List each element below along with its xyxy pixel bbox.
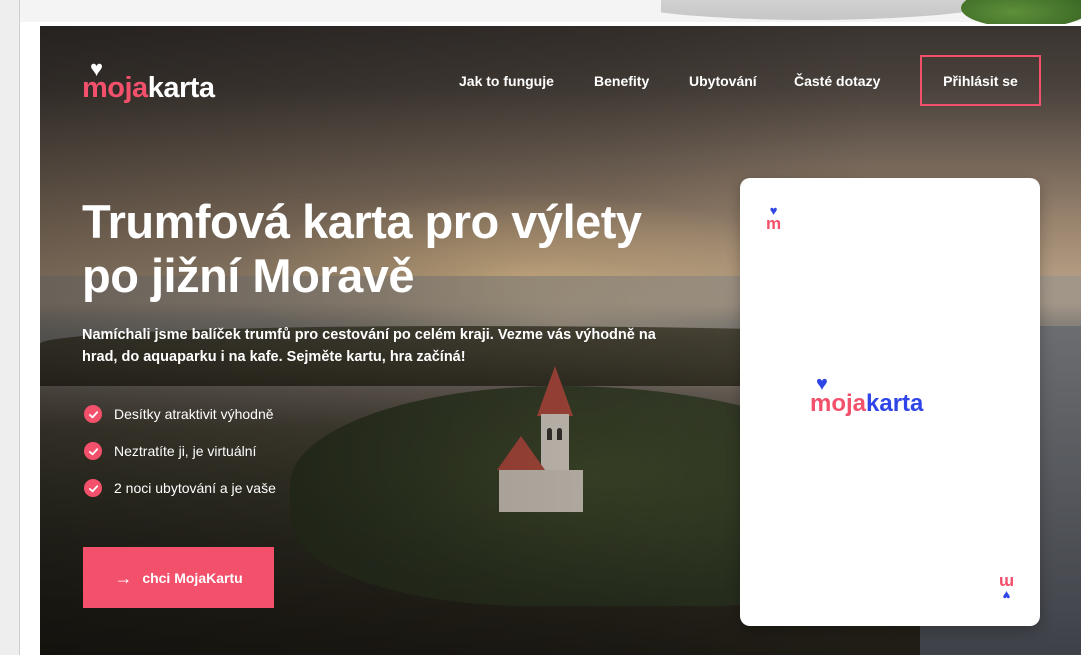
card-corner-top: ♥ m bbox=[766, 204, 781, 232]
card-corner-bottom: ♥ m bbox=[998, 573, 1014, 603]
feature-item: 2 noci ubytování a je vaše bbox=[84, 479, 276, 497]
nav-benefity[interactable]: Benefity bbox=[594, 73, 649, 89]
check-icon bbox=[84, 479, 102, 497]
nav-caste-dotazy[interactable]: Časté dotazy bbox=[794, 73, 880, 89]
card-moja: moja bbox=[810, 390, 867, 417]
feature-text: Desítky atraktivit výhodně bbox=[114, 406, 274, 422]
background-leaf bbox=[961, 0, 1081, 24]
feature-item: Neztratíte ji, je virtuální bbox=[84, 442, 256, 460]
playing-card: ♥ m ♥ mojakarta ♥ m bbox=[740, 178, 1040, 626]
logo-moja: moja bbox=[82, 72, 148, 104]
check-icon bbox=[84, 405, 102, 423]
card-rank: m bbox=[998, 573, 1014, 592]
site-logo[interactable]: ♥ mojakarta bbox=[82, 58, 242, 106]
logo-karta: karta bbox=[147, 72, 215, 104]
headline-line-2: po jižní Moravě bbox=[82, 249, 415, 302]
card-logo: ♥ mojakarta bbox=[810, 374, 970, 424]
headline-line-1: Trumfová karta pro výlety bbox=[82, 195, 642, 248]
logo-wordmark: mojakarta bbox=[82, 72, 215, 105]
nav-ubytovani[interactable]: Ubytování bbox=[689, 73, 757, 89]
feature-text: 2 noci ubytování a je vaše bbox=[114, 480, 276, 496]
login-button[interactable]: Přihlásit se bbox=[920, 55, 1041, 106]
arrow-right-icon: → bbox=[114, 567, 133, 588]
check-icon bbox=[84, 442, 102, 460]
browser-frame-left bbox=[0, 0, 20, 655]
hero-subheading: Namíchali jsme balíček trumfů pro cestov… bbox=[82, 327, 656, 365]
desktop-background-corner bbox=[661, 0, 1081, 24]
card-wordmark: mojakarta bbox=[810, 390, 923, 418]
cta-label: chci MojaKartu bbox=[142, 569, 243, 586]
card-rank: m bbox=[766, 214, 782, 233]
card-karta: karta bbox=[866, 390, 924, 417]
nav-jak-to-funguje[interactable]: Jak to funguje bbox=[459, 73, 554, 89]
cta-button[interactable]: → chci MojaKartu bbox=[83, 547, 274, 608]
hero-headline: Trumfová karta pro výlety po jižní Morav… bbox=[82, 195, 722, 303]
feature-text: Neztratíte ji, je virtuální bbox=[114, 443, 257, 459]
feature-item: Desítky atraktivit výhodně bbox=[84, 405, 274, 423]
